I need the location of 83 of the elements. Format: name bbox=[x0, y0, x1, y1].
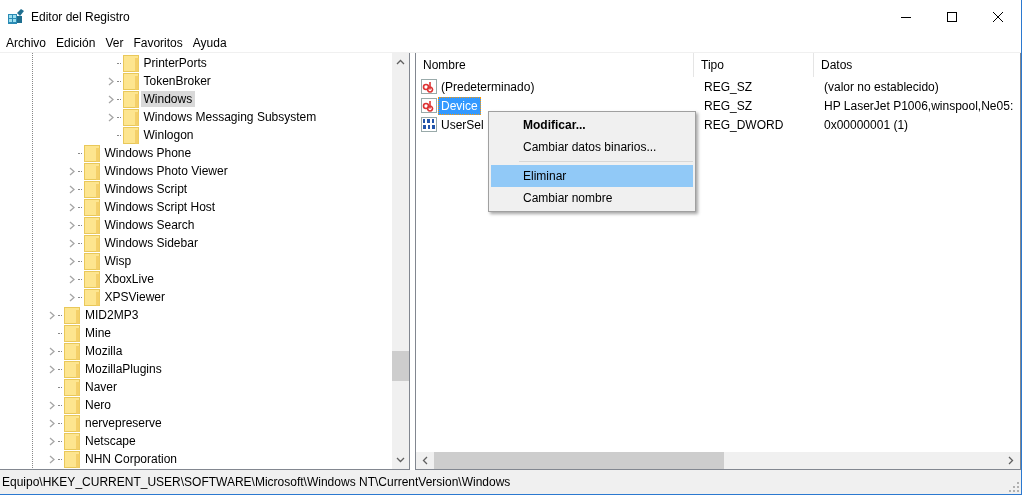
folder-icon bbox=[122, 90, 139, 108]
tree-item[interactable]: Netscape bbox=[82, 433, 139, 449]
folder-icon bbox=[64, 306, 80, 324]
menu-item[interactable]: Favoritos bbox=[128, 35, 188, 50]
folder-icon bbox=[122, 54, 139, 72]
resize-grip-icon[interactable] bbox=[1009, 482, 1019, 492]
value-type: REG_SZ bbox=[703, 79, 753, 94]
folder-icon bbox=[122, 108, 139, 126]
folder-icon bbox=[64, 450, 80, 468]
scroll-thumb[interactable] bbox=[434, 452, 724, 469]
window-title: Editor del Registro bbox=[31, 9, 130, 24]
tree-item[interactable]: TokenBroker bbox=[140, 73, 214, 89]
tree-item[interactable]: Windows Search bbox=[101, 217, 198, 233]
column-header[interactable]: Nombre bbox=[416, 53, 694, 77]
value-data: 0x00000001 (1) bbox=[824, 117, 910, 132]
tree-item[interactable]: Nero bbox=[82, 397, 114, 413]
context-menu-item[interactable]: Eliminar bbox=[491, 165, 693, 187]
folder-icon bbox=[83, 180, 100, 198]
string-value-icon bbox=[421, 79, 437, 94]
menu-item[interactable]: Archivo bbox=[1, 35, 51, 50]
context-menu-item[interactable]: Cambiar nombre bbox=[491, 187, 693, 209]
folder-icon bbox=[83, 270, 100, 288]
column-header[interactable]: Datos bbox=[814, 53, 1020, 77]
folder-icon bbox=[64, 396, 80, 414]
binary-value-icon bbox=[421, 117, 437, 132]
tree-item[interactable]: Naver bbox=[82, 379, 120, 395]
folder-icon bbox=[64, 432, 80, 450]
tree-item[interactable]: nervepreserve bbox=[82, 415, 165, 431]
menu-item[interactable]: Ayuda bbox=[187, 35, 232, 50]
status-path: Equipo\HKEY_CURRENT_USER\SOFTWARE\Microsoft\Windows NT\CurrentVersion\Windows bbox=[2, 475, 511, 489]
menu-item[interactable]: Edición bbox=[51, 35, 101, 50]
scroll-right-icon[interactable] bbox=[1008, 456, 1014, 465]
tree-item[interactable]: Windows Phone bbox=[101, 145, 195, 161]
tree-item[interactable]: Wisp bbox=[101, 253, 135, 269]
tree-item[interactable]: Windows Photo Viewer bbox=[101, 163, 231, 179]
tree-item[interactable]: Windows bbox=[140, 91, 196, 107]
folder-icon bbox=[83, 252, 100, 270]
app-icon bbox=[7, 7, 25, 26]
folder-icon bbox=[64, 324, 80, 342]
folder-icon bbox=[83, 288, 100, 306]
folder-icon bbox=[64, 378, 80, 396]
folder-icon bbox=[64, 360, 80, 378]
folder-icon bbox=[83, 234, 100, 252]
tree-item[interactable]: NHN Corporation bbox=[82, 451, 181, 467]
value-type: REG_DWORD bbox=[703, 117, 785, 132]
context-menu-item[interactable]: Cambiar datos binarios... bbox=[491, 136, 693, 158]
folder-icon bbox=[64, 414, 80, 432]
scroll-down-icon[interactable] bbox=[396, 457, 405, 463]
folder-icon bbox=[83, 198, 100, 216]
scroll-up-icon[interactable] bbox=[396, 59, 405, 65]
value-name[interactable]: UserSel bbox=[438, 115, 487, 134]
scroll-thumb[interactable] bbox=[392, 351, 409, 382]
folder-icon bbox=[64, 342, 80, 360]
string-value-icon bbox=[421, 98, 437, 113]
folder-icon bbox=[122, 126, 139, 144]
tree-item[interactable]: Windows Messaging Subsystem bbox=[140, 109, 320, 125]
tree-item[interactable]: MozillaPlugins bbox=[82, 361, 165, 377]
horizontal-scrollbar[interactable] bbox=[416, 452, 1020, 469]
context-menu-item[interactable]: Modificar... bbox=[491, 114, 693, 136]
tree-item[interactable]: Mine bbox=[82, 325, 114, 341]
tree-item[interactable]: Windows Script Host bbox=[101, 199, 219, 215]
tree-item[interactable]: PrinterPorts bbox=[140, 55, 210, 71]
tree-item[interactable]: Winlogon bbox=[140, 127, 197, 143]
tree-item[interactable]: Mozilla bbox=[82, 343, 126, 359]
vertical-scrollbar[interactable] bbox=[392, 53, 409, 469]
scroll-left-icon[interactable] bbox=[422, 456, 428, 465]
folder-icon bbox=[122, 72, 139, 90]
folder-icon bbox=[83, 144, 100, 162]
folder-icon bbox=[83, 162, 100, 180]
tree-item[interactable]: Windows Script bbox=[101, 181, 191, 197]
tree-item[interactable]: XPSViewer bbox=[101, 289, 168, 305]
tree-item[interactable]: MID2MP3 bbox=[82, 307, 142, 323]
value-data: (valor no establecido) bbox=[824, 79, 940, 94]
tree-item[interactable]: Windows Sidebar bbox=[101, 235, 201, 251]
value-data: HP LaserJet P1006,winspool,Ne05: bbox=[824, 98, 1015, 113]
tree-item[interactable]: XboxLive bbox=[101, 271, 157, 287]
folder-icon bbox=[83, 216, 100, 234]
value-name[interactable]: (Predeterminado) bbox=[438, 77, 538, 96]
column-header[interactable]: Tipo bbox=[694, 53, 814, 77]
value-type: REG_SZ bbox=[703, 98, 753, 113]
menu-item[interactable]: Ver bbox=[100, 35, 129, 50]
maximize-icon[interactable] bbox=[947, 11, 957, 22]
close-icon[interactable] bbox=[993, 11, 1003, 22]
